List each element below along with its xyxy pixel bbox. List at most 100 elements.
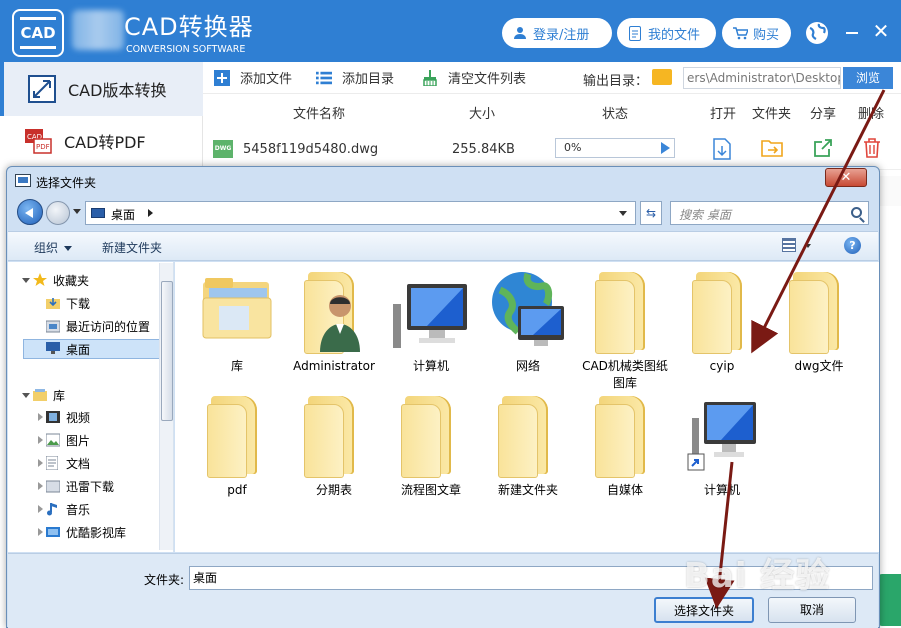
address-dropdown-icon[interactable] xyxy=(619,211,627,216)
open-file-icon[interactable] xyxy=(712,138,734,160)
nav-favorites[interactable]: 收藏夹 xyxy=(33,270,89,290)
file-item-label: 流程图文章 xyxy=(400,483,461,497)
address-bar[interactable]: 桌面 xyxy=(85,201,636,225)
nav-libraries[interactable]: 库 xyxy=(33,385,65,405)
file-item-self-media[interactable]: 自媒体 xyxy=(579,392,671,499)
app-title: CAD转换器 xyxy=(124,13,254,41)
refresh-button[interactable]: ⇆ xyxy=(640,201,662,225)
file-item-cyip[interactable]: cyip xyxy=(676,268,768,375)
file-item-administrator[interactable]: Administrator xyxy=(288,268,380,375)
logo-arrow-top xyxy=(20,17,56,20)
nav-label: 收藏夹 xyxy=(53,273,90,288)
document-icon xyxy=(45,455,60,471)
search-icon xyxy=(851,207,862,218)
login-button[interactable]: 登录/注册 xyxy=(502,18,612,48)
nav-recent[interactable]: 最近访问的位置 xyxy=(45,316,150,336)
buy-button[interactable]: 购买 xyxy=(722,18,791,48)
file-item-dwg[interactable]: dwg文件 xyxy=(773,268,865,375)
navigation-pane: 收藏夹 下载 最近访问的位置 桌面 库 视频 图片 文档 迅雷下载 音乐 优酷影… xyxy=(8,262,174,552)
file-item-pdf[interactable]: pdf xyxy=(191,392,283,499)
view-options-icon[interactable] xyxy=(782,238,796,252)
trash-icon[interactable] xyxy=(863,138,885,160)
close-app-button[interactable]: ✕ xyxy=(871,21,891,41)
nav-videos[interactable]: 视频 xyxy=(46,407,90,427)
version-convert-icon xyxy=(28,75,56,103)
file-table-header: 文件名称 大小 状态 打开 文件夹 分享 删除 xyxy=(203,96,901,126)
expand-arrow-icon[interactable] xyxy=(38,528,43,536)
expand-icon[interactable] xyxy=(22,278,30,283)
organize-label: 组织 xyxy=(34,241,59,255)
file-item-computer-shortcut[interactable]: 计算机 xyxy=(676,392,768,499)
cancel-button[interactable]: 取消 xyxy=(768,597,856,623)
cart-icon xyxy=(732,25,748,41)
file-item-flowchart[interactable]: 流程图文章 xyxy=(385,392,477,499)
minimize-button[interactable] xyxy=(846,32,858,34)
nav-label: 图片 xyxy=(66,433,91,448)
convert-button-edge[interactable] xyxy=(878,574,901,626)
window-icon xyxy=(15,174,31,187)
file-item-label: cyip xyxy=(709,359,735,373)
nav-scroll-thumb[interactable] xyxy=(161,281,173,421)
organize-button[interactable]: 组织 xyxy=(34,239,73,256)
expand-arrow-icon[interactable] xyxy=(38,413,43,421)
file-item-network[interactable]: 网络 xyxy=(482,268,574,375)
cad-to-pdf-icon: CAD PDF xyxy=(24,127,52,155)
file-item-library[interactable]: 库 xyxy=(191,268,283,375)
help-icon[interactable]: ? xyxy=(844,237,861,254)
open-folder-icon[interactable] xyxy=(761,138,783,160)
add-file-label: 添加文件 xyxy=(240,72,293,87)
file-item-new-folder[interactable]: 新建文件夹 xyxy=(482,392,574,499)
browse-button[interactable]: 浏览 xyxy=(843,67,893,89)
network-icon xyxy=(488,268,568,354)
file-item-cad-drawings[interactable]: CAD机械类图纸图库 xyxy=(579,268,671,392)
clear-list-button[interactable]: 清空文件列表 xyxy=(422,68,526,87)
logo-arrow-bottom xyxy=(20,46,56,49)
my-files-button[interactable]: 我的文件 xyxy=(617,18,716,48)
folder-icon xyxy=(197,392,277,478)
share-icon[interactable] xyxy=(813,138,835,160)
play-icon[interactable] xyxy=(661,142,670,154)
breadcrumb-chevron-icon[interactable] xyxy=(148,209,153,217)
expand-arrow-icon[interactable] xyxy=(38,482,43,490)
nav-documents[interactable]: 文档 xyxy=(45,453,91,473)
nav-label: 视频 xyxy=(66,410,91,425)
buy-label: 购买 xyxy=(753,27,780,43)
search-input[interactable]: 搜索 桌面 xyxy=(670,201,869,225)
nav-pictures[interactable]: 图片 xyxy=(45,430,91,450)
address-text: 桌面 xyxy=(111,208,136,222)
add-directory-button[interactable]: 添加目录 xyxy=(316,68,394,87)
forward-button[interactable] xyxy=(46,201,70,225)
nav-downloads[interactable]: 下载 xyxy=(46,293,90,313)
youku-library-icon xyxy=(46,525,60,539)
file-item-computer[interactable]: 计算机 xyxy=(385,268,477,375)
expand-arrow-icon[interactable] xyxy=(38,436,43,444)
nav-desktop[interactable]: 桌面 xyxy=(23,339,161,359)
nav-label: 文档 xyxy=(66,456,91,471)
nav-scrollbar[interactable] xyxy=(159,263,173,550)
sidebar-item-cad-to-pdf[interactable]: CAD PDF CAD转PDF xyxy=(0,114,203,168)
view-dropdown-icon[interactable] xyxy=(805,244,811,248)
back-button[interactable] xyxy=(17,199,43,225)
nav-label: 优酷影视库 xyxy=(66,525,127,540)
new-folder-button[interactable]: 新建文件夹 xyxy=(102,239,162,256)
nav-xunlei[interactable]: 迅雷下载 xyxy=(45,476,114,496)
logo-text: CAD xyxy=(20,24,56,42)
file-item-installment[interactable]: 分期表 xyxy=(288,392,380,499)
add-file-button[interactable]: 添加文件 xyxy=(214,68,292,87)
nav-music[interactable]: 音乐 xyxy=(46,499,90,519)
table-row[interactable]: DWG 5458f119d5480.dwg 255.84KB 0% xyxy=(203,128,901,170)
globe-icon[interactable] xyxy=(805,21,829,45)
expand-icon[interactable] xyxy=(22,393,30,398)
nav-youku[interactable]: 优酷影视库 xyxy=(46,522,126,542)
file-item-label: 新建文件夹 xyxy=(497,483,558,497)
history-dropdown[interactable] xyxy=(73,209,81,214)
dialog-close-button[interactable]: ✕ xyxy=(825,168,867,187)
sidebar-item-version-convert[interactable]: CAD版本转换 xyxy=(0,62,203,116)
app-header: CAD CAD转换器 CONVERSION SOFTWARE 登录/注册 我的文… xyxy=(0,0,901,62)
select-folder-button[interactable]: 选择文件夹 xyxy=(654,597,754,623)
output-path-input[interactable]: ers\Administrator\Desktop xyxy=(683,67,841,89)
expand-arrow-icon[interactable] xyxy=(38,505,43,513)
add-directory-label: 添加目录 xyxy=(342,72,395,87)
blurred-region xyxy=(72,10,124,50)
expand-arrow-icon[interactable] xyxy=(38,459,43,467)
